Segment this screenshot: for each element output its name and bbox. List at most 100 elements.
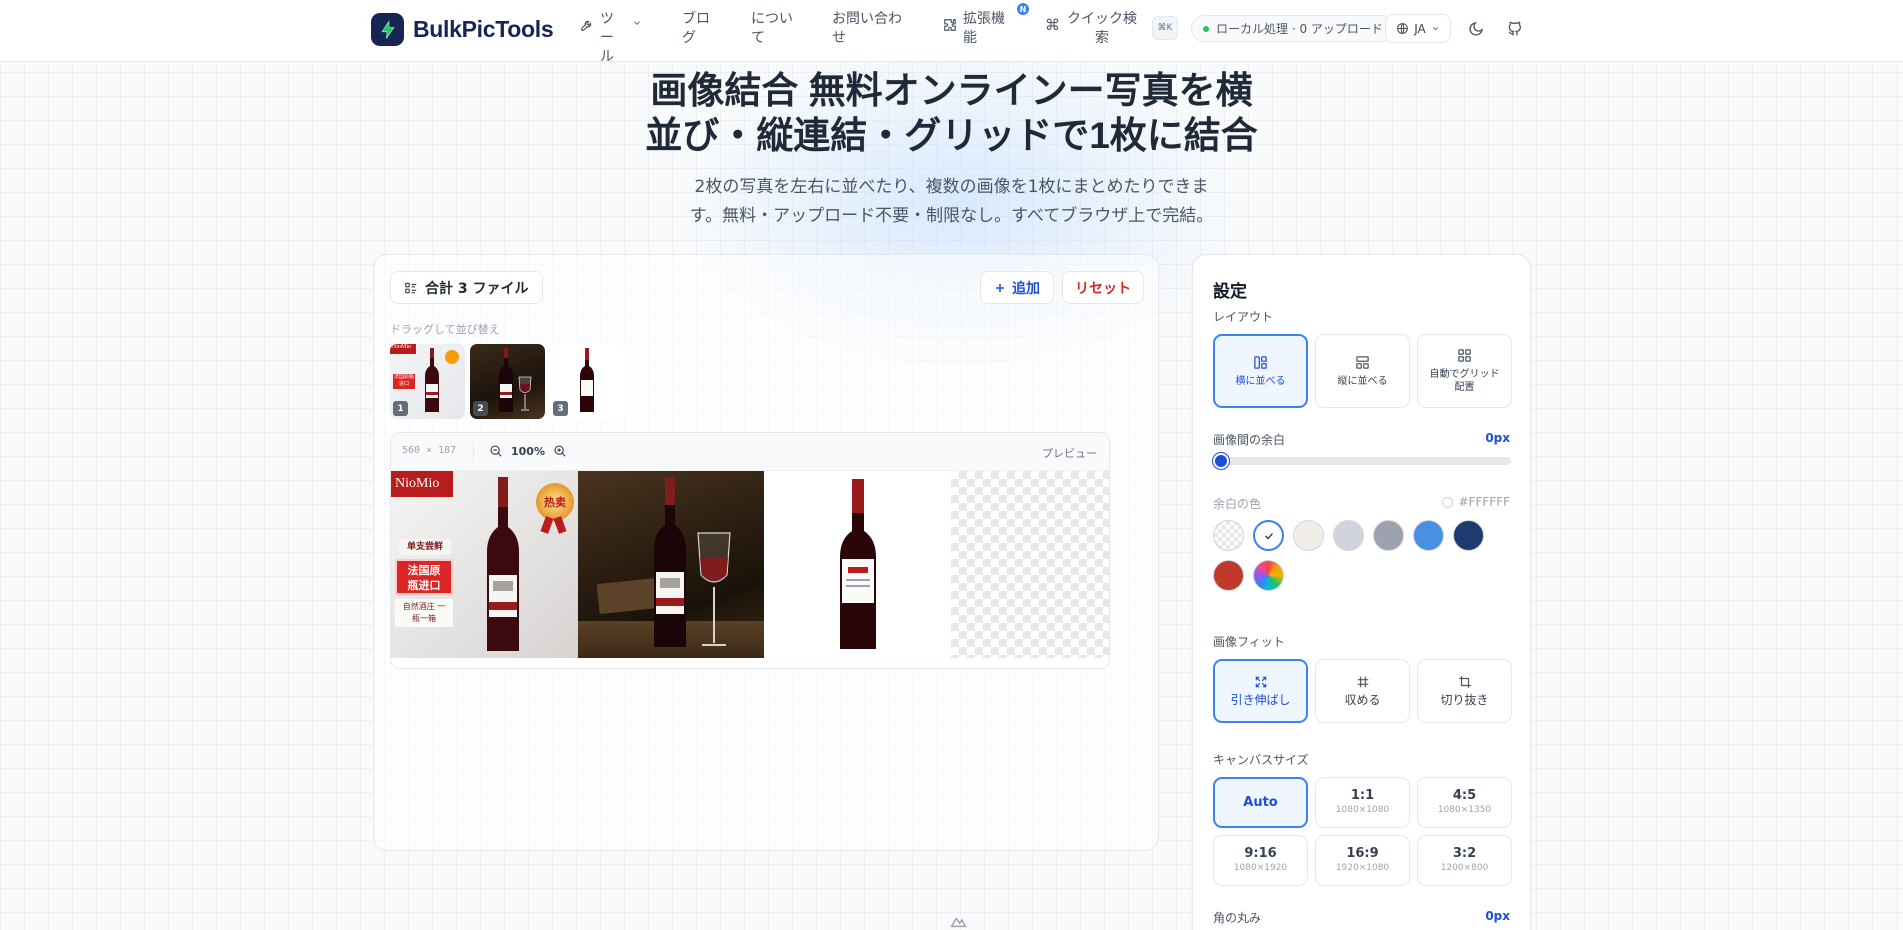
brand-logo[interactable]: BulkPicTools [371, 13, 554, 46]
banner: 法国原瓶进口 [393, 374, 415, 389]
wine-bottle-image [499, 348, 513, 412]
merged-image-1: NioMio 热卖 单支尝鲜 法国原瓶进口 自然酒庄 一瓶一箱 [391, 471, 578, 658]
thumbnail-2[interactable]: 2 [470, 344, 545, 419]
merged-image-2 [578, 471, 764, 658]
workspace-panel: 合計 3 ファイル 追加 リセット ドラッグして並び替え NioMio 法国原瓶… [373, 254, 1159, 851]
check-icon [1264, 532, 1273, 539]
canvas-size-value: 1920×1080 [1335, 862, 1390, 873]
language-selector[interactable]: JA [1385, 14, 1451, 43]
fit-contain-option[interactable]: 収める [1315, 659, 1410, 723]
layout-grid-option[interactable]: 自動でグリッド配置 [1417, 334, 1512, 408]
bg-color-hex: #FFFFFF [1441, 495, 1510, 509]
color-preview-dot [1441, 496, 1453, 508]
corner-radius-value: 0px [1485, 909, 1510, 923]
canvas-16-9-option[interactable]: 16:9 1920×1080 [1315, 835, 1410, 886]
nav-quick-search[interactable]: ⌘ クイック検索 [1045, 10, 1138, 48]
swatch-light-gray[interactable] [1333, 520, 1364, 551]
page-title: 画像結合 無料オンラインー写真を横 並び・縦連結・グリッドで1枚に結合 [0, 68, 1903, 158]
grid-icon [1458, 349, 1471, 362]
page-title-line2: 並び・縦連結・グリッドで1枚に結合 [645, 115, 1258, 156]
wine-glass-image [518, 376, 532, 411]
zoom-out-icon[interactable] [489, 444, 503, 458]
nav-blog[interactable]: ブログ [682, 10, 710, 48]
spacing-slider-track[interactable] [1213, 457, 1511, 465]
status-dot [1203, 25, 1209, 32]
canvas-ratio-label: 4:5 [1452, 787, 1477, 803]
fit-stretch-label: 引き伸ばし [1230, 693, 1291, 707]
thumbnail-number: 3 [553, 401, 568, 416]
nav-extensions-label: 拡張機能 [963, 11, 1005, 46]
layout-horizontal-option[interactable]: 横に並べる [1213, 334, 1308, 408]
canvas-ratio-label: 16:9 [1346, 845, 1379, 861]
spacing-slider-thumb[interactable] [1213, 453, 1229, 469]
promo-tag: 自然酒庄 一瓶一箱 [395, 599, 453, 627]
brand-tag: NioMio [391, 471, 453, 497]
new-badge: N [1015, 1, 1031, 17]
preview-card: 560 × 187 100% プレビュー NioMio 热卖 单支尝鲜 法国原瓶… [390, 432, 1110, 669]
swatch-blue[interactable] [1413, 520, 1444, 551]
custom-color-picker[interactable] [1253, 560, 1284, 591]
zoom-in-icon[interactable] [553, 444, 567, 458]
github-icon [1508, 21, 1521, 36]
swatch-cream[interactable] [1293, 520, 1324, 551]
canvas-auto-option[interactable]: Auto [1213, 777, 1308, 828]
canvas-size-value: 1080×1920 [1233, 862, 1288, 873]
settings-panel: 設定 レイアウト 横に並べる 縦に並べる 自動でグリッド配置 画像間の余白 0p… [1192, 254, 1531, 930]
canvas-1-1-option[interactable]: 1:1 1080×1080 [1315, 777, 1410, 828]
nav-blog-label: ブログ [682, 11, 710, 46]
nav-tools-label: ツール [600, 11, 614, 65]
rows-icon [1356, 355, 1369, 369]
nav-contact-label: お問い合わせ [832, 11, 902, 46]
layout-horizontal-label: 横に並べる [1235, 375, 1286, 387]
thumbnail-number: 1 [393, 401, 408, 416]
fit-crop-option[interactable]: 切り抜き [1417, 659, 1512, 723]
status-text: ローカル処理 · 0 アップロード [1216, 22, 1383, 36]
swatch-white[interactable] [1253, 520, 1284, 551]
page-title-line1: 画像結合 無料オンラインー写真を横 [650, 70, 1253, 111]
drag-hint: ドラッグして並び替え [390, 323, 500, 336]
nav-extensions[interactable]: 拡張機能 [943, 10, 1009, 48]
columns-icon [1254, 355, 1267, 369]
nav-tools[interactable]: ツール [580, 10, 642, 67]
corner-radius-label: 角の丸み [1213, 911, 1262, 925]
swatch-navy[interactable] [1453, 520, 1484, 551]
wine-bottle-image [580, 348, 594, 412]
nav-about-label: について [751, 11, 793, 46]
brand-tag: NioMio [390, 344, 416, 354]
nav-contact[interactable]: お問い合わせ [832, 10, 904, 48]
swatch-red[interactable] [1213, 560, 1244, 591]
moon-icon [1469, 22, 1483, 36]
wine-bottle-image [654, 477, 686, 647]
layout-vertical-option[interactable]: 縦に並べる [1315, 334, 1410, 408]
wine-bottle-image [425, 348, 439, 412]
page-subtitle-line1: 2枚の写真を左右に並べたり、複数の画像を1枚にまとめたりできま [694, 177, 1209, 197]
fit-stretch-option[interactable]: 引き伸ばし [1213, 659, 1308, 723]
dark-mode-toggle[interactable] [1465, 18, 1487, 40]
wood-block [596, 577, 660, 615]
layout-label: レイアウト [1213, 310, 1274, 324]
puzzle-icon [944, 19, 956, 31]
status-indicator: ローカル処理 · 0 アップロード [1191, 15, 1395, 42]
reset-button[interactable]: リセット [1062, 271, 1144, 304]
swatch-transparent[interactable] [1213, 520, 1244, 551]
canvas-4-5-option[interactable]: 4:5 1080×1350 [1417, 777, 1512, 828]
scroll-down-icon[interactable] [946, 910, 970, 930]
settings-title: 設定 [1213, 282, 1247, 302]
zoom-controls: 100% [489, 444, 567, 458]
layout-grid-label: 自動でグリッド配置 [1429, 369, 1500, 393]
nav-about[interactable]: について [751, 10, 793, 48]
add-files-label: 追加 [1012, 280, 1040, 297]
canvas-ratio-label: 3:2 [1452, 845, 1477, 861]
canvas-9-16-option[interactable]: 9:16 1080×1920 [1213, 835, 1308, 886]
medal-badge [445, 350, 459, 364]
page-subtitle-line2: す。無料・アップロード不要・制限なし。すべてブラウザ上で完結。 [689, 206, 1214, 226]
list-icon [405, 282, 417, 293]
divider [473, 442, 474, 462]
thumbnail-3[interactable]: 3 [550, 344, 625, 419]
github-link[interactable] [1504, 18, 1526, 40]
canvas-3-2-option[interactable]: 3:2 1200×800 [1417, 835, 1512, 886]
lightning-logo-icon [371, 13, 404, 46]
thumbnail-1[interactable]: NioMio 法国原瓶进口 1 [390, 344, 465, 419]
swatch-gray[interactable] [1373, 520, 1404, 551]
add-files-button[interactable]: 追加 [980, 271, 1054, 304]
